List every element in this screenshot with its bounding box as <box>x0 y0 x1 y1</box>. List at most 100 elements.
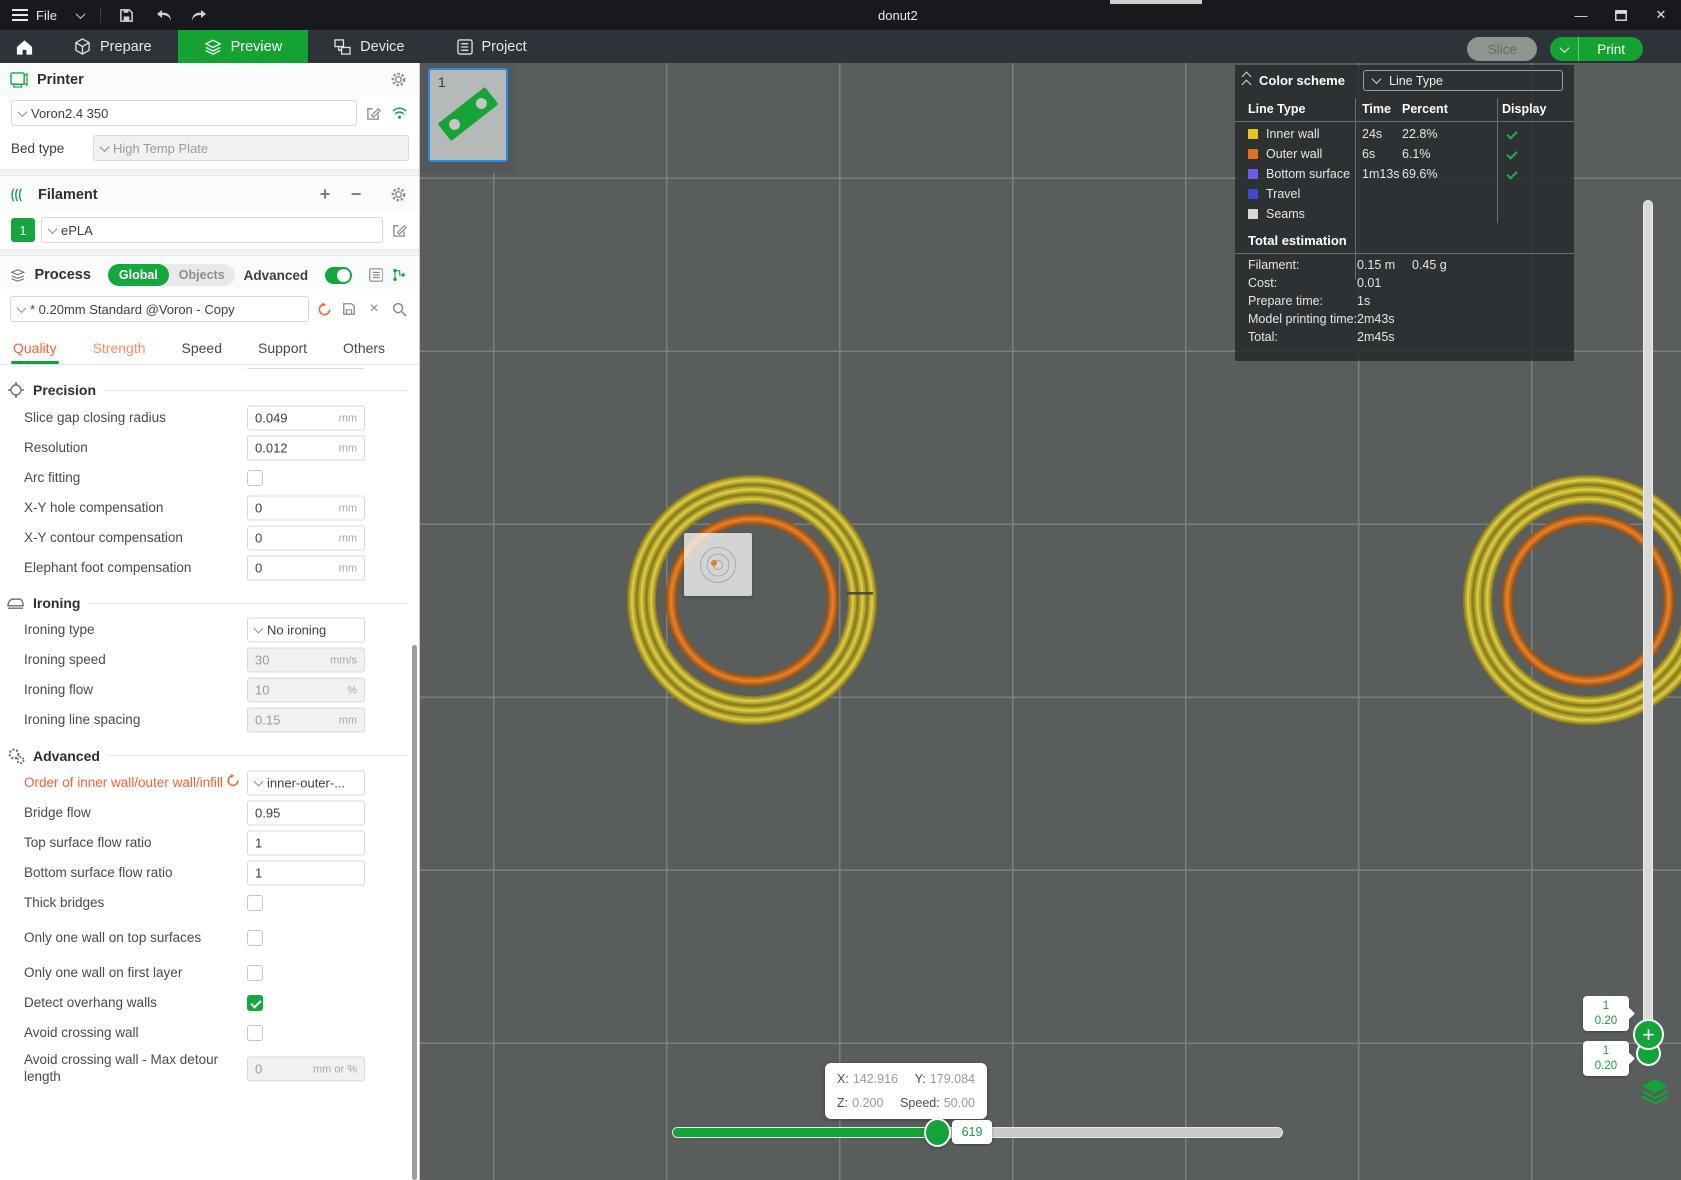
legend-row: Travel <box>1235 184 1574 204</box>
gear-icon[interactable] <box>390 71 407 88</box>
search-preset-button[interactable] <box>389 299 409 319</box>
bed-type-select[interactable]: High Temp Plate <box>93 135 409 161</box>
process-preset-select[interactable]: * 0.20mm Standard @Voron - Copy <box>10 296 309 322</box>
tab-project[interactable]: Project <box>431 30 553 63</box>
move-slider-fill <box>673 1128 939 1137</box>
xy-contour-compensation-input[interactable]: 0 mm <box>247 525 365 551</box>
only-one-wall-first-layer-checkbox[interactable] <box>247 965 263 981</box>
gears-icon <box>8 748 25 764</box>
advanced-section-header: Advanced <box>0 735 419 768</box>
window-title: donut2 <box>878 7 918 23</box>
tab-strength[interactable]: Strength <box>93 334 146 364</box>
slice-button[interactable]: Slice <box>1467 37 1538 61</box>
only-one-wall-top-checkbox[interactable] <box>247 930 263 946</box>
tab-preview[interactable]: Preview <box>177 30 309 63</box>
filament-preset-select[interactable]: ePLA <box>41 217 383 243</box>
tab-others[interactable]: Others <box>343 334 385 364</box>
list-view-icon[interactable] <box>368 267 384 283</box>
tab-quality[interactable]: Quality <box>11 334 59 364</box>
maximize-button[interactable] <box>1601 0 1641 30</box>
layer-slider-track[interactable] <box>1643 200 1653 1045</box>
gear-icon[interactable] <box>390 186 407 203</box>
file-menu[interactable]: File <box>12 8 57 23</box>
filament-preset-row: 1 ePLA <box>0 213 419 249</box>
scope-global[interactable]: Global <box>107 264 169 286</box>
bottom-surface-flow-ratio-input[interactable]: 1 <box>247 860 365 886</box>
setting-row: Arc fitting <box>0 463 419 493</box>
layer-slider-upper-handle[interactable]: + <box>1633 1019 1664 1050</box>
move-slider-handle[interactable] <box>924 1118 951 1147</box>
elephant-foot-compensation-input[interactable]: 0 mm <box>247 555 365 581</box>
printer-connection-button[interactable] <box>389 103 409 123</box>
undo-button[interactable] <box>155 6 175 24</box>
collapse-panel-icon[interactable] <box>1241 71 1252 89</box>
print-dropdown-button[interactable] <box>1550 37 1580 61</box>
parameter-tree-icon[interactable] <box>392 267 407 283</box>
redo-button[interactable] <box>189 6 209 24</box>
home-button[interactable] <box>0 30 48 63</box>
minimize-button[interactable]: — <box>1561 0 1601 30</box>
color-scheme-title: Color scheme <box>1259 72 1345 88</box>
edit-printer-button[interactable] <box>363 103 383 123</box>
layers-mode-icon[interactable] <box>1640 1078 1670 1110</box>
ironing-speed-input[interactable]: 30 mm/s <box>247 647 365 673</box>
file-chevron-icon[interactable] <box>75 8 86 19</box>
precision-section-title: Precision <box>33 382 97 398</box>
legend-row: Outer wall 6s 6.1% <box>1235 144 1574 164</box>
gcode-preview-viewport[interactable]: 1 Color scheme Line Type Line Type Time … <box>420 63 1681 1180</box>
arc-fitting-checkbox[interactable] <box>247 470 263 486</box>
detect-overhang-walls-checkbox[interactable] <box>247 995 263 1011</box>
max-detour-length-input[interactable]: 0 mm or % <box>247 1056 365 1082</box>
slice-gap-closing-radius-input[interactable]: 0.049 mm <box>247 405 365 431</box>
resolution-input[interactable]: 0.012 mm <box>247 435 365 461</box>
xy-hole-compensation-input[interactable]: 0 mm <box>247 495 365 521</box>
maximize-icon <box>1615 9 1627 21</box>
redo-icon <box>192 9 207 21</box>
process-preset-row: * 0.20mm Standard @Voron - Copy × <box>0 290 419 328</box>
layers-icon <box>203 39 222 55</box>
save-button[interactable] <box>117 6 137 24</box>
save-preset-button[interactable] <box>339 299 359 319</box>
bridge-flow-input[interactable]: 0.95 <box>247 800 365 826</box>
process-tab-bar: Quality Strength Speed Support Others <box>0 328 419 365</box>
top-surface-flow-ratio-input[interactable]: 1 <box>247 830 365 856</box>
tab-device[interactable]: Device <box>308 30 430 63</box>
travel-swatch <box>1248 189 1258 199</box>
reset-preset-button[interactable] <box>314 299 334 319</box>
legend-header-row: Line Type Time Percent Display <box>1248 102 1547 116</box>
ironing-line-spacing-input[interactable]: 0.15 mm <box>247 707 365 733</box>
process-icon <box>10 268 26 282</box>
tab-speed[interactable]: Speed <box>182 334 222 364</box>
sidebar-scrollbar[interactable] <box>412 645 417 1180</box>
advanced-toggle[interactable] <box>325 266 352 284</box>
process-scope-toggle[interactable]: Global Objects <box>107 264 235 286</box>
add-filament-button[interactable]: + <box>314 184 336 205</box>
printer-section-header: Printer <box>0 63 419 96</box>
legend-row: Inner wall 24s 22.8% <box>1235 124 1574 144</box>
thick-bridges-checkbox[interactable] <box>247 895 263 911</box>
ironing-type-select[interactable]: No ironing <box>247 617 365 643</box>
wall-order-select[interactable]: inner-outer-... <box>247 770 365 796</box>
reset-setting-button[interactable] <box>226 773 240 793</box>
print-button-label: Print <box>1597 41 1625 57</box>
ironing-flow-input[interactable]: 10% <box>247 677 365 703</box>
printer-preset-value: Voron2.4 350 <box>31 105 109 121</box>
save-icon <box>343 303 355 315</box>
main-nav-bar: Prepare Preview Device Project <box>0 30 1681 63</box>
filament-slot-badge[interactable]: 1 <box>11 218 35 242</box>
delete-preset-button[interactable]: × <box>364 299 384 319</box>
edit-filament-button[interactable] <box>389 220 409 240</box>
toolpath-tooltip: X: 142.916 Y: 179.084 Z: 0.200 Speed: 50.00 <box>825 1063 987 1119</box>
tab-prepare[interactable]: Prepare <box>48 30 178 63</box>
tab-support[interactable]: Support <box>258 334 307 364</box>
scope-objects[interactable]: Objects <box>169 268 235 282</box>
print-split-button[interactable]: Print <box>1550 37 1643 61</box>
avoid-crossing-wall-checkbox[interactable] <box>247 1025 263 1041</box>
view-mode-select[interactable]: Line Type <box>1363 70 1563 91</box>
project-icon <box>456 38 473 55</box>
printer-preset-select[interactable]: Voron2.4 350 <box>11 100 357 126</box>
setting-row: X-Y contour compensation 0 mm <box>0 523 419 553</box>
plate-thumbnail[interactable]: 1 <box>428 68 508 162</box>
remove-filament-button[interactable]: − <box>345 184 367 205</box>
close-button[interactable]: ✕ <box>1641 0 1681 30</box>
